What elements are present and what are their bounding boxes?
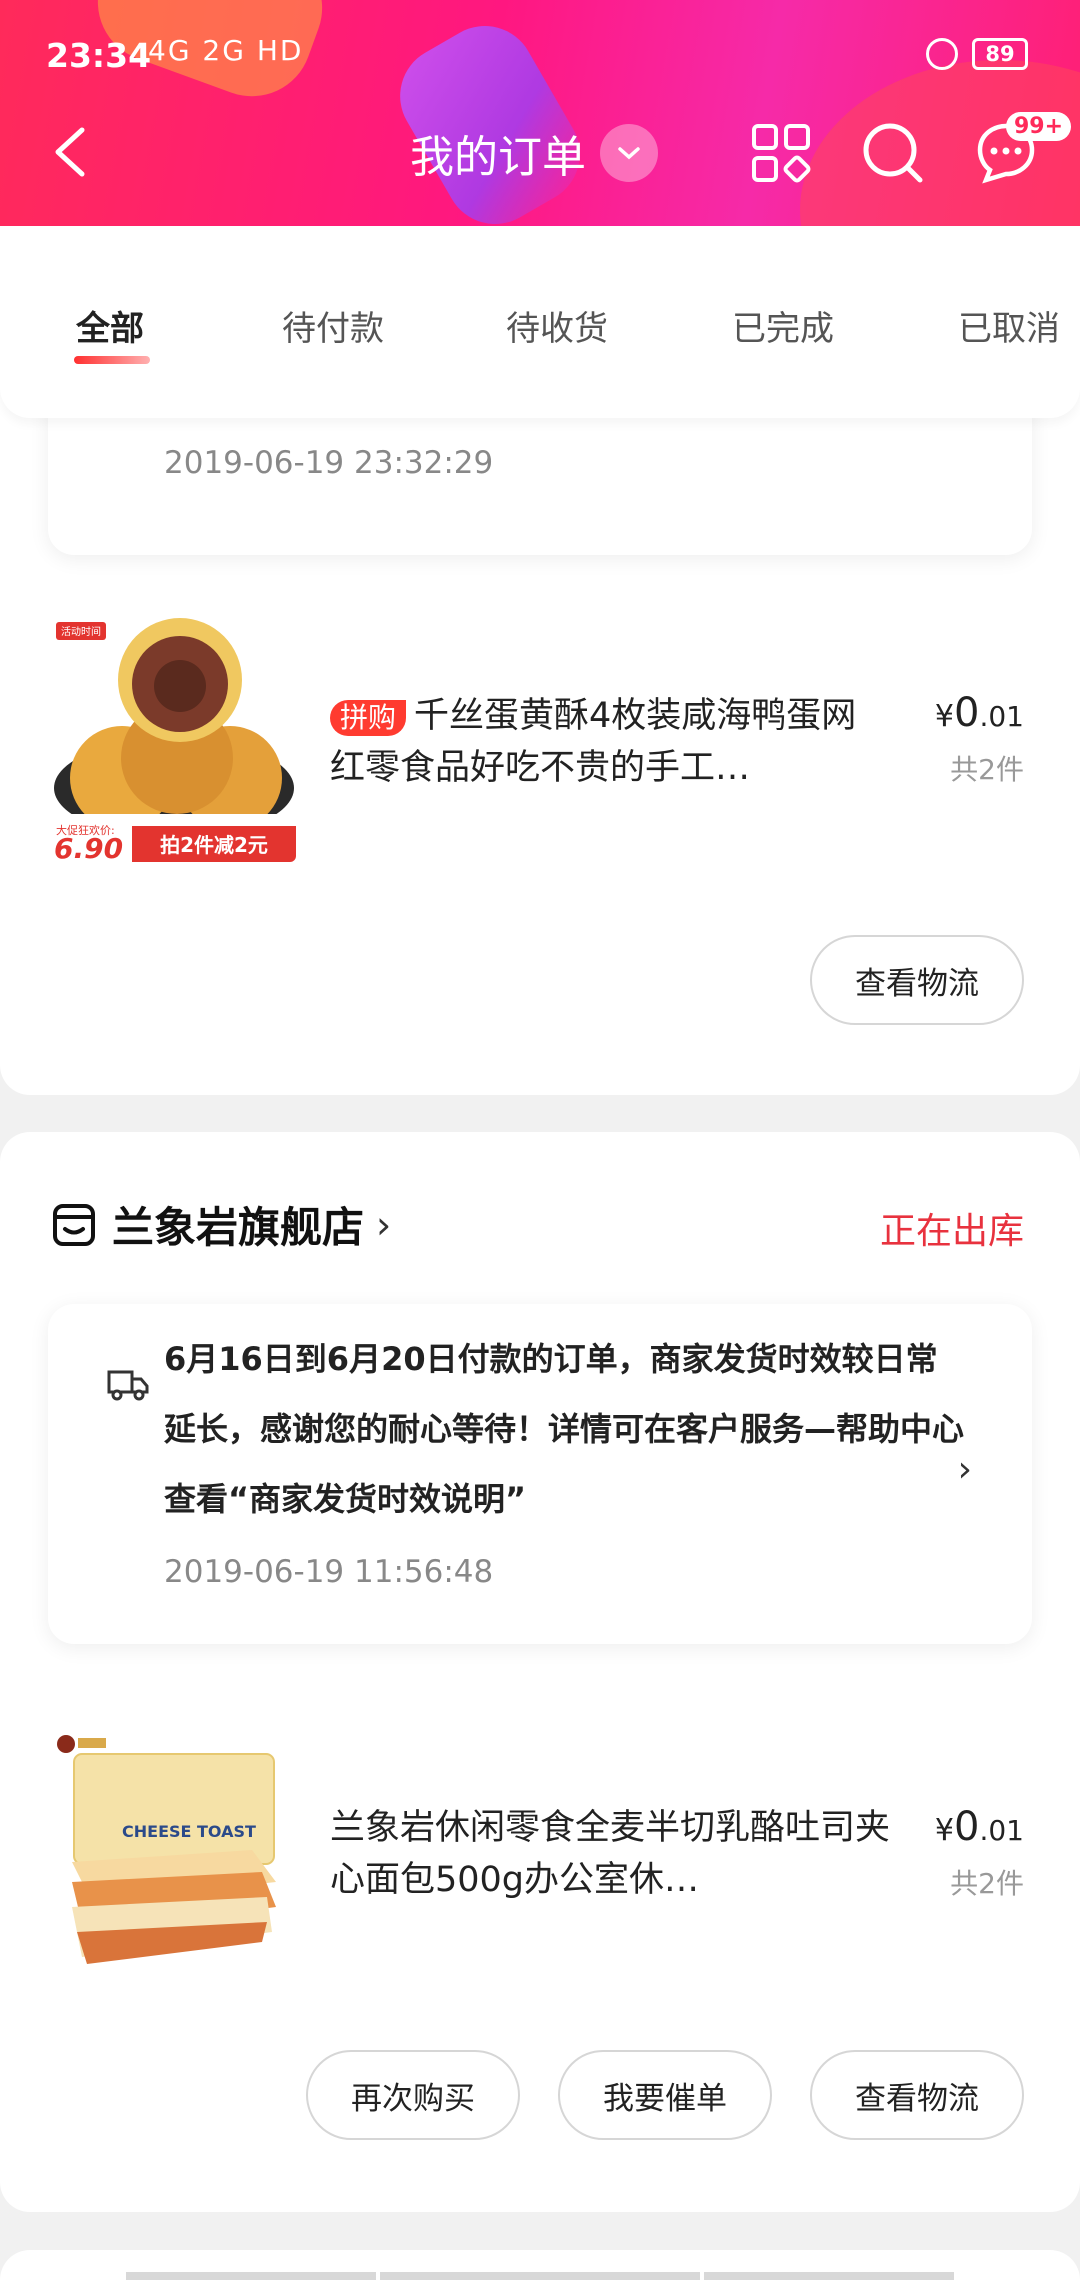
shipping-notice[interactable]: 6月16日到6月20日付款的订单，商家发货时效较日常延长，感谢您的耐心等待！详情… (48, 1304, 1032, 1644)
image-text: CHEESE TOAST (122, 1822, 256, 1841)
image-promo: 拍2件减2元 (160, 833, 268, 857)
notice-time: 2019-06-19 23:32:29 (164, 445, 494, 481)
buy-again-button[interactable]: 再次购买 (306, 2050, 520, 2140)
grid-icon[interactable] (748, 120, 814, 186)
image-price: 6.90 (54, 832, 123, 862)
product-image[interactable]: 活动时间 大促狂欢价: 6.90 拍2件减2元 (52, 618, 296, 862)
image-badge-top: 活动时间 (61, 625, 101, 638)
view-logistics-button[interactable]: 查看物流 (810, 935, 1024, 1025)
view-logistics-button[interactable]: 查看物流 (810, 2050, 1024, 2140)
tab-all[interactable]: 全部 (76, 301, 144, 350)
tab-completed[interactable]: 已完成 (732, 301, 834, 350)
order-tabs: 全部 待付款 待收货 已完成 已取消 (0, 226, 1080, 418)
order-card: 兰象岩旗舰店 › 正在出库 6月16日到6月20日付款的订单，商家发货时效较日常… (0, 1132, 1080, 2212)
product-image[interactable]: CHEESE TOAST (52, 1732, 296, 1976)
product-price: ¥0.01 (934, 1804, 1024, 1850)
signal-indicators: 4G 2G HD (148, 34, 304, 67)
status-time: 23:34 (46, 36, 152, 75)
back-icon[interactable] (44, 122, 104, 182)
truck-icon (107, 1370, 149, 1401)
page-title: 我的订单 (410, 132, 586, 183)
product-quantity: 共2件 (950, 1867, 1024, 1900)
shop-header[interactable]: 兰象岩旗舰店 › (52, 1194, 391, 1255)
rotation-lock-icon (926, 38, 958, 70)
group-buy-tag: 拼购 (330, 700, 407, 736)
product-quantity: 共2件 (950, 753, 1024, 786)
status-bar: 23:34 4G 2G HD 89 (0, 0, 1080, 110)
tab-pending-receipt[interactable]: 待收货 (506, 301, 608, 350)
order-status: 正在出库 (879, 1211, 1024, 1252)
active-tab-indicator (74, 356, 150, 364)
urge-order-button[interactable]: 我要催单 (558, 2050, 772, 2140)
product-name[interactable]: 兰象岩休闲零食全麦半切乳酪吐司夹心面包500g办公室休… (330, 1802, 890, 1906)
notice-text: 6月16日到6月20日付款的订单，商家发货时效较日常延长，感谢您的耐心等待！详情… (164, 1340, 965, 1518)
product-price: ¥0.01 (934, 690, 1024, 736)
placeholder-bar (380, 2272, 700, 2280)
battery-level: 89 (972, 38, 1028, 70)
search-icon[interactable] (860, 120, 926, 186)
message-count-badge: 99+ (1006, 112, 1072, 141)
title-dropdown[interactable]: 我的订单 (410, 118, 658, 188)
order-card: 2019-06-19 23:32:29 › 活动时间 大促狂欢价: 6.90 拍… (0, 260, 1080, 1095)
dropdown-icon (600, 124, 658, 182)
chevron-right-icon: › (957, 1449, 972, 1490)
next-order-card (0, 2250, 1080, 2280)
placeholder-bar (704, 2272, 954, 2280)
notice-time: 2019-06-19 11:56:48 (164, 1554, 494, 1590)
shop-name: 兰象岩旗舰店 (112, 1203, 365, 1252)
product-title: 千丝蛋黄酥4枚装咸海鸭蛋网红零食品好吃不贵的手工… (330, 696, 857, 788)
placeholder-bar (126, 2272, 376, 2280)
shop-icon (53, 1203, 95, 1246)
product-name[interactable]: 拼购 千丝蛋黄酥4枚装咸海鸭蛋网红零食品好吃不贵的手工… (330, 690, 890, 794)
header: 23:34 4G 2G HD 89 我的订单 99+ (0, 0, 1080, 226)
tab-cancelled[interactable]: 已取消 (958, 301, 1060, 350)
chevron-right-icon: › (376, 1202, 392, 1247)
tab-pending-payment[interactable]: 待付款 (282, 301, 384, 350)
